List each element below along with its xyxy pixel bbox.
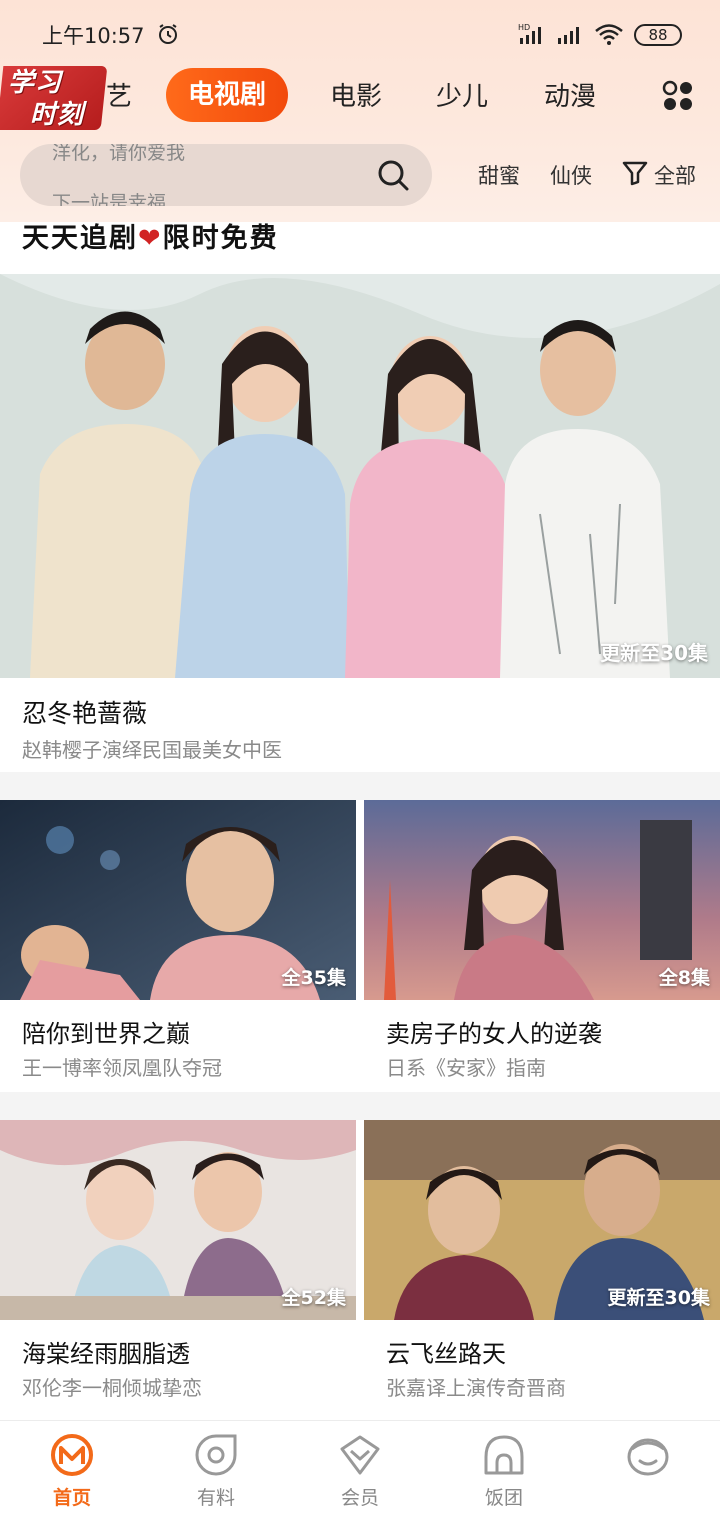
category-tabs: 艺 电视剧 电影 少儿 动漫: [0, 66, 720, 124]
wifi-icon: [595, 24, 623, 45]
show-card[interactable]: 全8集 卖房子的女人的逆袭 日系《安家》指南: [364, 800, 720, 1092]
show-title: 海棠经雨胭脂透: [22, 1340, 190, 1368]
section-divider: [0, 1092, 720, 1120]
filter-tag-xianxia[interactable]: 仙侠: [550, 160, 592, 190]
episode-badge: 全35集: [281, 967, 346, 989]
episode-badge: 全8集: [658, 967, 710, 989]
filter-all[interactable]: 全部: [654, 160, 696, 190]
home-m-icon: [51, 1434, 93, 1476]
nav-fan-group-label: 饭团: [484, 1487, 523, 1509]
episode-badge: 全52集: [281, 1287, 346, 1309]
nav-vip[interactable]: 会员: [288, 1421, 432, 1520]
tab-anime[interactable]: 动漫: [544, 76, 596, 113]
alarm-icon: [159, 24, 177, 44]
show-thumbnail: 全8集: [364, 800, 720, 1000]
discover-icon: [195, 1434, 237, 1476]
filter-funnel-icon[interactable]: [622, 160, 648, 186]
status-time: 上午10:57: [42, 24, 145, 48]
promo-text-part1: 天天追剧: [22, 223, 138, 254]
nav-home[interactable]: 首页: [0, 1421, 144, 1520]
search-bar[interactable]: 洋化，请你爱我 下一站是幸福: [20, 144, 432, 206]
tab-kids[interactable]: 少儿: [436, 76, 488, 113]
section-divider: [0, 772, 720, 800]
nav-fan-group[interactable]: 饭团: [432, 1421, 576, 1520]
show-card[interactable]: 全35集 陪你到世界之巅 王一博率领凤凰队夺冠: [0, 800, 356, 1092]
search-placeholder-next: 下一站是幸福: [52, 192, 167, 206]
app-screen: 上午10:57 HD 88 学习 时刻 艺 电视剧 电影 少儿 动漫 洋化，请你…: [0, 0, 720, 1520]
tab-movies[interactable]: 电影: [330, 76, 382, 113]
show-thumbnail: 全52集: [0, 1120, 356, 1320]
nav-discover[interactable]: 有料: [144, 1421, 288, 1520]
profile-face-icon: [627, 1438, 669, 1476]
show-thumbnail: 更新至30集: [364, 1120, 720, 1320]
nav-profile[interactable]: [576, 1421, 720, 1520]
nav-vip-label: 会员: [340, 1487, 379, 1509]
search-icon[interactable]: [376, 158, 410, 192]
show-subtitle: 张嘉译上演传奇晋商: [386, 1376, 566, 1400]
more-channels-icon[interactable]: [662, 80, 694, 112]
nav-home-label: 首页: [52, 1487, 91, 1509]
show-subtitle: 王一博率领凤凰队夺冠: [22, 1056, 222, 1080]
featured-episode-badge: 更新至30集: [600, 641, 708, 665]
featured-poster-image: [0, 274, 720, 678]
show-thumbnail: 全35集: [0, 800, 356, 1000]
tab-tv-series[interactable]: 电视剧: [166, 68, 289, 122]
vip-icon: [340, 1435, 380, 1475]
featured-banner[interactable]: 更新至30集: [0, 274, 720, 678]
filter-tag-sweet[interactable]: 甜蜜: [478, 160, 520, 190]
bottom-navigation: 首页 有料 会员 饭团: [0, 1420, 720, 1520]
nav-discover-label: 有料: [196, 1487, 235, 1509]
show-card[interactable]: 更新至30集 云飞丝路天 张嘉译上演传奇晋商: [364, 1120, 720, 1412]
show-subtitle: 日系《安家》指南: [386, 1056, 546, 1080]
show-title: 云飞丝路天: [386, 1340, 506, 1368]
heart-icon: ❤: [138, 223, 163, 254]
show-subtitle: 邓伦李一桐倾城挚恋: [22, 1376, 202, 1400]
promo-text-part2: 限时免费: [162, 223, 279, 254]
show-card[interactable]: 全52集 海棠经雨胭脂透 邓伦李一桐倾城挚恋: [0, 1120, 356, 1412]
show-title: 陪你到世界之巅: [22, 1020, 190, 1048]
fan-group-icon: [484, 1435, 524, 1475]
show-title: 卖房子的女人的逆袭: [386, 1020, 602, 1048]
network-label: HD: [518, 23, 530, 32]
featured-title[interactable]: 忍冬艳蔷薇: [22, 694, 147, 730]
search-placeholder-prev: 洋化，请你爱我: [52, 144, 186, 164]
featured-subtitle: 赵韩樱子演绎民国最美女中医: [22, 738, 282, 762]
promo-headline: 天天追剧❤限时免费: [22, 216, 279, 255]
tab-variety[interactable]: 艺: [106, 76, 132, 113]
cellular-hd-icon: HD: [518, 23, 541, 44]
cellular-signal-icon: [558, 27, 579, 44]
status-bar: 上午10:57 HD 88: [0, 0, 720, 66]
episode-badge: 更新至30集: [607, 1287, 710, 1309]
battery-indicator: 88: [634, 24, 682, 46]
